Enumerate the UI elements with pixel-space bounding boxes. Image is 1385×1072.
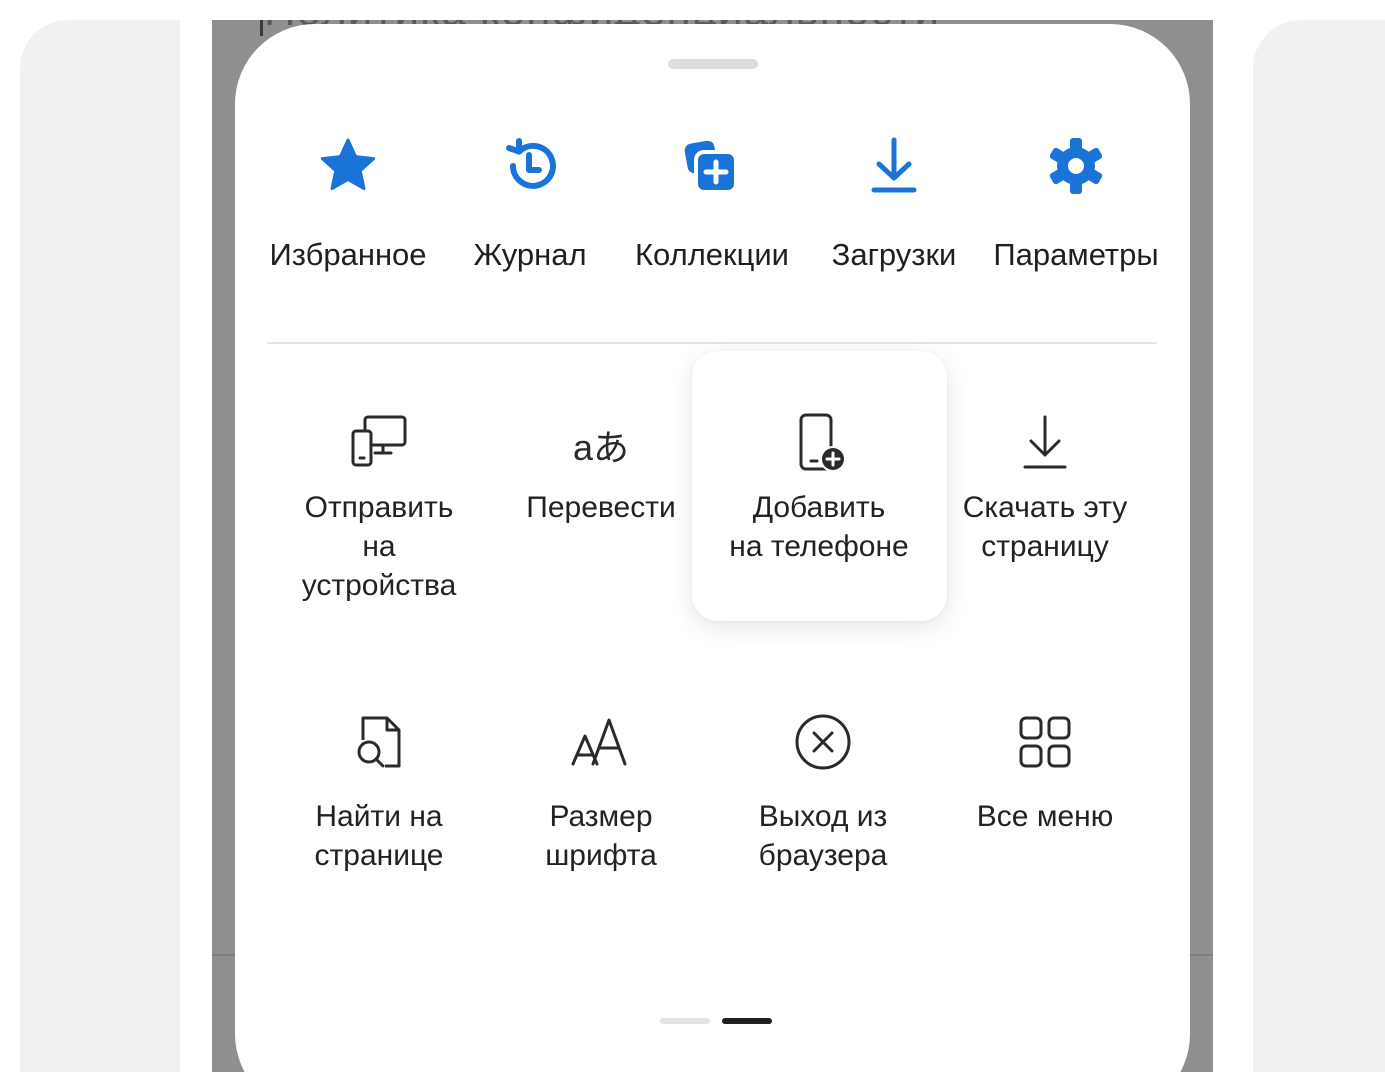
menu-item-label: Размер шрифта bbox=[545, 800, 657, 872]
send-to-devices-icon bbox=[351, 415, 407, 467]
find-in-page-icon bbox=[357, 716, 401, 768]
history-icon bbox=[506, 138, 556, 189]
menu-item-exit-browser[interactable]: Выход из браузера bbox=[711, 710, 935, 980]
pager-dot-page-1[interactable] bbox=[660, 1018, 710, 1024]
menu-item-label: Выход из браузера bbox=[758, 800, 888, 872]
section-divider bbox=[267, 342, 1157, 344]
menu-item-translate[interactable]: aあ Перевести bbox=[489, 351, 713, 621]
browser-menu-sheet: Избранное Журнал Коллекции Загрузки Пара… bbox=[235, 24, 1190, 1072]
download-icon bbox=[871, 137, 917, 193]
collections-add-icon bbox=[684, 140, 738, 194]
translate-icon: aあ bbox=[572, 427, 630, 468]
menu-item-label: Найти на странице bbox=[314, 800, 444, 872]
next-card bbox=[1253, 20, 1385, 1072]
screen: Политика конфиденциальности Избранное Жу… bbox=[0, 0, 1385, 1072]
menu-item-label: Добавить на телефоне bbox=[729, 491, 909, 563]
quick-action-label: Параметры bbox=[993, 237, 1159, 272]
menu-item-all-menu[interactable]: Все меню bbox=[933, 710, 1157, 980]
menu-item-find-on-page[interactable]: Найти на странице bbox=[267, 710, 491, 980]
menu-item-label: Отправить на устройства bbox=[301, 491, 457, 602]
menu-item-font-size[interactable]: Размер шрифта bbox=[489, 710, 713, 980]
close-circle-icon bbox=[795, 714, 851, 770]
gear-icon bbox=[1049, 138, 1103, 194]
menu-item-send-to-devices[interactable]: Отправить на устройства bbox=[267, 351, 491, 621]
menu-item-label: Все меню bbox=[976, 800, 1114, 833]
pager-dot-page-2-active[interactable] bbox=[722, 1018, 772, 1024]
previous-card bbox=[20, 20, 180, 1072]
grid-icon bbox=[1019, 716, 1071, 768]
font-size-icon bbox=[571, 718, 627, 766]
download-icon bbox=[1023, 415, 1067, 469]
menu-item-label: Перевести bbox=[526, 491, 676, 524]
menu-item-download-page[interactable]: Скачать эту страницу bbox=[933, 351, 1157, 621]
menu-item-add-to-phone[interactable]: Добавить на телефоне bbox=[707, 351, 931, 621]
phone-add-icon bbox=[799, 413, 846, 472]
text-cursor-bar bbox=[260, 20, 263, 36]
menu-item-label: Скачать эту страницу bbox=[962, 491, 1128, 563]
quick-action-settings[interactable]: Параметры bbox=[981, 134, 1171, 294]
star-icon bbox=[320, 138, 376, 191]
sheet-drag-handle[interactable] bbox=[668, 59, 758, 69]
